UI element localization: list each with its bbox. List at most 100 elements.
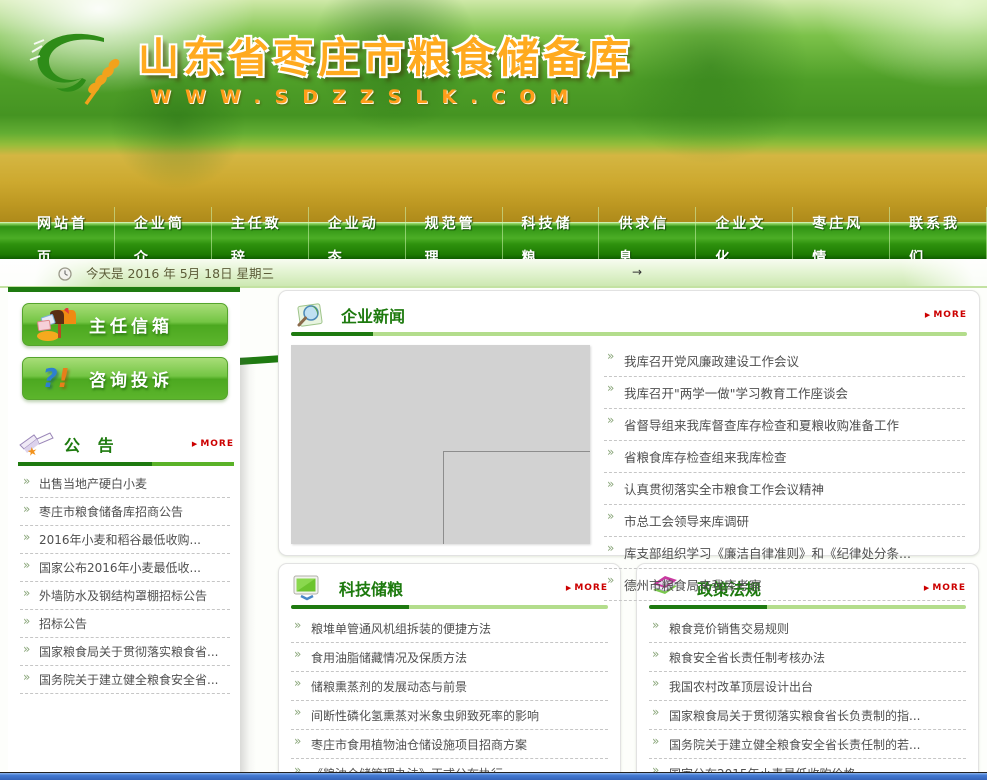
arrow-bullet-icon: » <box>607 509 614 523</box>
news-item[interactable]: » 德州市粮食局来我库考察 <box>604 569 965 601</box>
policy-item[interactable]: » 粮食竞价销售交易规则 <box>649 614 966 643</box>
section-title: 科技储粮 <box>339 576 403 600</box>
announcement-item[interactable]: » 出售当地产硬白小麦 <box>20 470 230 498</box>
consult-complaint-button[interactable]: ?! 咨询投诉 <box>22 357 228 400</box>
announcement-link[interactable]: 招标公告 <box>39 617 87 631</box>
news-image-placeholder <box>291 345 590 544</box>
button-label: 主任信箱 <box>89 312 173 337</box>
announcement-link[interactable]: 枣庄市粮食储备库招商公告 <box>39 505 183 519</box>
arrow-bullet-icon: » <box>23 586 30 600</box>
announcement-item[interactable]: » 枣庄市粮食储备库招商公告 <box>20 498 230 526</box>
section-underline <box>291 332 967 336</box>
news-link[interactable]: 库支部组织学习《廉洁自律准则》和《纪律处分条... <box>624 546 911 561</box>
arrow-bullet-icon: » <box>23 670 30 684</box>
announcement-link[interactable]: 国务院关于建立健全粮食安全省... <box>39 673 218 687</box>
section-underline <box>649 605 966 609</box>
announcement-link[interactable]: 2016年小麦和稻谷最低收购... <box>39 533 201 547</box>
news-item[interactable]: » 省粮食库存检查组来我库检查 <box>604 441 965 473</box>
announcement-item[interactable]: » 国务院关于建立健全粮食安全省... <box>20 666 230 694</box>
announcement-item[interactable]: » 国家公布2016年小麦最低收... <box>20 554 230 582</box>
more-arrow-icon: ▶ <box>192 440 198 448</box>
news-item[interactable]: » 省督导组来我库督查库存检查和夏粮收购准备工作 <box>604 409 965 441</box>
policy-item[interactable]: » 粮食安全省长责任制考核办法 <box>649 643 966 672</box>
section-underline <box>18 462 234 466</box>
arrow-bullet-icon: » <box>652 734 659 748</box>
tech-item[interactable]: » 间断性磷化氢熏蒸对米象虫卵致死率的影响 <box>291 701 608 730</box>
policy-link[interactable]: 国务院关于建立健全粮食安全省长责任制的若... <box>669 738 920 752</box>
date-text: 今天是 2016 年 5月 18日 星期三 <box>86 263 274 282</box>
bottom-blue-strip <box>0 772 987 780</box>
wheat-swirl-logo-icon <box>26 26 144 110</box>
policy-link[interactable]: 粮食竞价销售交易规则 <box>669 622 789 636</box>
arrow-bullet-icon: » <box>652 647 659 661</box>
arrow-bullet-icon: » <box>23 474 30 488</box>
announcements-header: 公 告 ▶MORE <box>18 428 234 460</box>
arrow-bullet-icon: » <box>607 573 614 587</box>
tech-item[interactable]: » 储粮熏蒸剂的发展动态与前景 <box>291 672 608 701</box>
news-more-link[interactable]: ▶MORE <box>925 310 967 320</box>
tech-link[interactable]: 间断性磷化氢熏蒸对米象虫卵致死率的影响 <box>311 709 539 723</box>
arrow-bullet-icon: » <box>294 618 301 632</box>
section-title: 公 告 <box>64 432 120 456</box>
policy-item[interactable]: » 国务院关于建立健全粮食安全省长责任制的若... <box>649 730 966 759</box>
news-item[interactable]: » 市总工会领导来库调研 <box>604 505 965 537</box>
director-mailbox-button[interactable]: 主任信箱 <box>22 303 228 346</box>
tech-list: » 粮堆单管通风机组拆装的便捷方法 » 食用油脂储藏情况及保质方法 » 储粮熏蒸… <box>291 614 608 780</box>
tech-link[interactable]: 粮堆单管通风机组拆装的便捷方法 <box>311 622 491 636</box>
news-link[interactable]: 认真贯彻落实全市粮食工作会议精神 <box>624 482 824 497</box>
news-link[interactable]: 我库召开"两学一做"学习教育工作座谈会 <box>624 386 848 401</box>
announcement-link[interactable]: 国家粮食局关于贯彻落实粮食省... <box>39 645 218 659</box>
tech-link[interactable]: 枣庄市食用植物油仓储设施项目招商方案 <box>311 738 527 752</box>
news-link[interactable]: 市总工会领导来库调研 <box>624 514 749 529</box>
tech-item[interactable]: » 枣庄市食用植物油仓储设施项目招商方案 <box>291 730 608 759</box>
tech-link[interactable]: 食用油脂储藏情况及保质方法 <box>311 651 467 665</box>
arrow-bullet-icon: » <box>607 477 614 491</box>
date-bar: 今天是 2016 年 5月 18日 星期三 → <box>0 259 987 286</box>
announcement-link[interactable]: 外墙防水及钢结构罩棚招标公告 <box>39 589 207 603</box>
policy-item[interactable]: » 国家粮食局关于贯彻落实粮食省长负责制的指... <box>649 701 966 730</box>
policy-list: » 粮食竞价销售交易规则 » 粮食安全省长责任制考核办法 » 我国农村改革顶层设… <box>649 614 966 780</box>
news-link[interactable]: 省粮食库存检查组来我库检查 <box>624 450 787 465</box>
main-content: 企业新闻 ▶MORE » 我库召开党风廉政建设工作会议 <box>278 290 980 780</box>
announcement-link[interactable]: 出售当地产硬白小麦 <box>39 477 147 491</box>
announcement-item[interactable]: » 招标公告 <box>20 610 230 638</box>
tech-link[interactable]: 储粮熏蒸剂的发展动态与前景 <box>311 680 467 694</box>
arrow-bullet-icon: » <box>652 618 659 632</box>
news-item[interactable]: » 认真贯彻落实全市粮食工作会议精神 <box>604 473 965 505</box>
announcements-list: » 出售当地产硬白小麦 » 枣庄市粮食储备库招商公告 » 2016年小麦和稻谷最… <box>20 470 230 694</box>
policy-link[interactable]: 国家粮食局关于贯彻落实粮食省长负责制的指... <box>669 709 920 723</box>
news-header: 企业新闻 ▶MORE <box>291 299 967 331</box>
section-title: 企业新闻 <box>341 303 405 327</box>
policy-link[interactable]: 我国农村改革顶层设计出台 <box>669 680 813 694</box>
news-link[interactable]: 省督导组来我库督查库存检查和夏粮收购准备工作 <box>624 418 899 433</box>
tech-item[interactable]: » 粮堆单管通风机组拆装的便捷方法 <box>291 614 608 643</box>
announcement-link[interactable]: 国家公布2016年小麦最低收... <box>39 561 201 575</box>
site-url: WWW.SDZZSLK.COM <box>150 86 582 108</box>
section-underline <box>291 605 608 609</box>
arrow-bullet-icon: » <box>607 413 614 427</box>
announcement-item[interactable]: » 2016年小麦和稻谷最低收购... <box>20 526 230 554</box>
news-link[interactable]: 德州市粮食局来我库考察 <box>624 578 762 593</box>
arrow-bullet-icon: » <box>23 614 30 628</box>
announcements-more-link[interactable]: ▶MORE <box>192 439 234 449</box>
news-item[interactable]: » 我库召开党风廉政建设工作会议 <box>604 345 965 377</box>
announcement-item[interactable]: » 国家粮食局关于贯彻落实粮食省... <box>20 638 230 666</box>
tech-item[interactable]: » 食用油脂储藏情况及保质方法 <box>291 643 608 672</box>
news-item[interactable]: » 库支部组织学习《廉洁自律准则》和《纪律处分条... <box>604 537 965 569</box>
tech-more-link[interactable]: ▶MORE <box>566 583 608 593</box>
arrow-bullet-icon: » <box>607 381 614 395</box>
arrow-bullet-icon: » <box>607 349 614 363</box>
button-label: 咨询投诉 <box>89 366 173 391</box>
mailbox-icon <box>23 308 89 342</box>
magnifier-news-icon <box>291 301 325 329</box>
arrow-bullet-icon: » <box>607 445 614 459</box>
arrow-bullet-icon: » <box>294 705 301 719</box>
policy-link[interactable]: 粮食安全省长责任制考核办法 <box>669 651 825 665</box>
more-arrow-icon: ▶ <box>566 584 572 592</box>
site-logo <box>26 26 144 110</box>
announcement-item[interactable]: » 外墙防水及钢结构罩棚招标公告 <box>20 582 230 610</box>
question-exclaim-icon: ?! <box>23 364 89 394</box>
news-link[interactable]: 我库召开党风廉政建设工作会议 <box>624 354 799 369</box>
news-item[interactable]: » 我库召开"两学一做"学习教育工作座谈会 <box>604 377 965 409</box>
policy-item[interactable]: » 我国农村改革顶层设计出台 <box>649 672 966 701</box>
